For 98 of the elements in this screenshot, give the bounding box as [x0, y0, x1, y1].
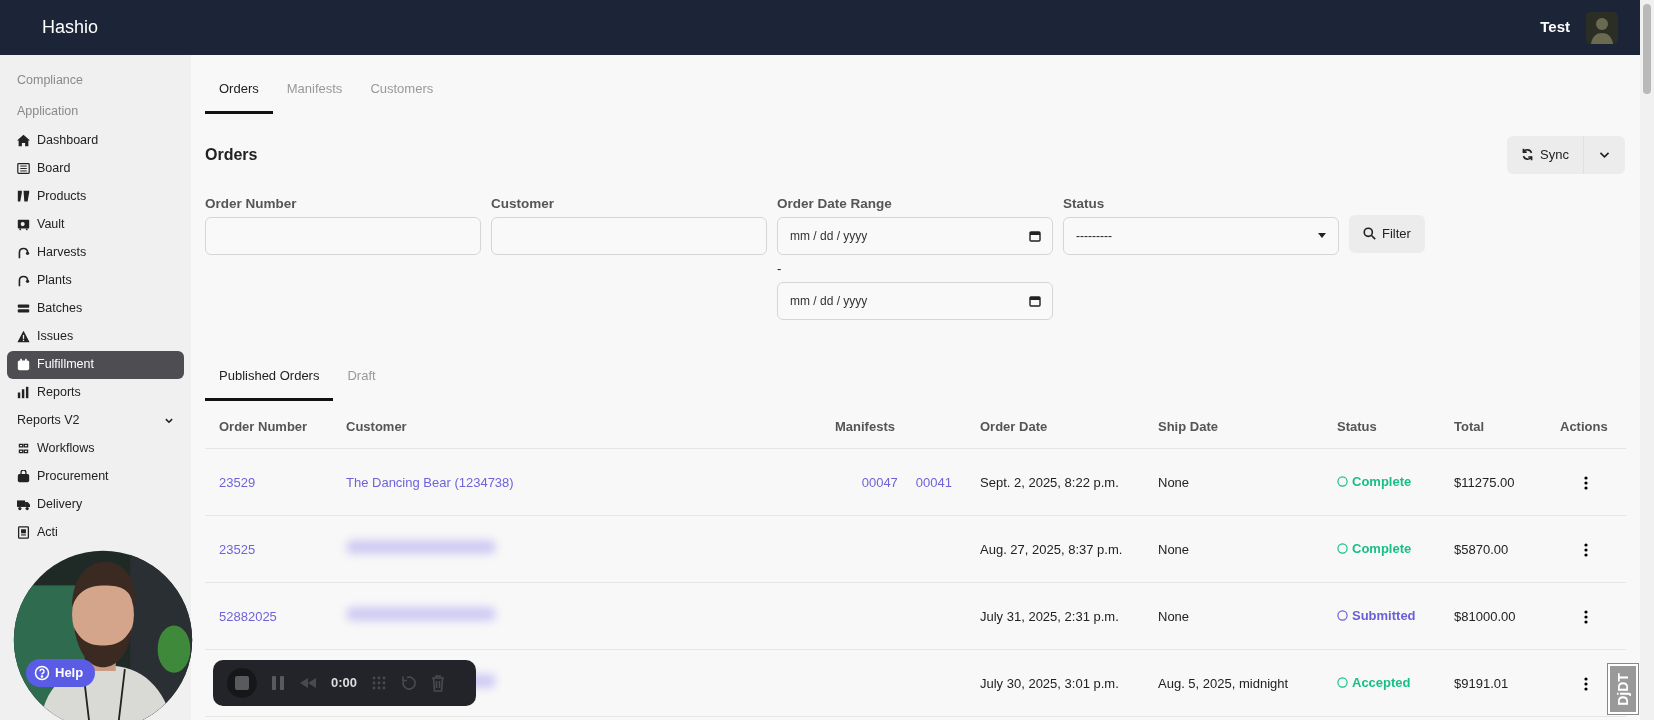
date-field[interactable]: mm / dd / yyyy [777, 282, 1053, 321]
column-header: Manifests [821, 404, 966, 449]
calendar-icon[interactable] [1029, 295, 1041, 308]
table-cell: July 31, 2025, 2:31 p.m. [980, 608, 1119, 624]
status-label: Accepted [1337, 672, 1411, 693]
manifest-link[interactable]: 00047 [861, 474, 898, 490]
help-button[interactable]: Help [26, 659, 96, 687]
brand-name[interactable]: Hashio [42, 14, 99, 41]
dropdown-toggle-button[interactable] [1583, 135, 1625, 174]
table-cell: July 30, 2025, 3:01 p.m. [980, 675, 1119, 691]
warning-icon [17, 330, 30, 343]
circle-icon [1337, 677, 1348, 689]
table-cell: $11275.00 [1454, 474, 1515, 490]
field-label: Order Number [205, 194, 298, 213]
sidebar-item[interactable]: Procurement [7, 462, 119, 491]
field-label: Customer [491, 194, 555, 213]
id-card-icon [17, 526, 30, 539]
page-title: Orders [205, 144, 258, 165]
sidebar-item[interactable]: Workflows [7, 434, 105, 463]
more-icon[interactable] [1584, 543, 1588, 558]
truck-icon [17, 498, 30, 511]
bag-icon [17, 470, 30, 483]
sidebar-item[interactable]: Harvests [7, 238, 97, 267]
column-header: Status [1323, 404, 1440, 449]
sidebar-item[interactable]: Delivery [7, 490, 93, 519]
column-header: Ship Date [1144, 404, 1323, 449]
column-header: Actions [1546, 404, 1626, 449]
tab[interactable]: Published Orders [205, 358, 334, 401]
order-link[interactable]: 23529 [219, 474, 256, 490]
table-cell: Aug. 5, 2025, midnight [1158, 675, 1289, 691]
circle-icon [1337, 476, 1348, 488]
search-icon [1363, 227, 1376, 240]
circle-icon [1337, 610, 1348, 622]
order-link[interactable]: 52882025 [219, 608, 277, 624]
date-field[interactable]: mm / dd / yyyy [777, 216, 1053, 255]
text-field[interactable] [205, 216, 481, 255]
customer-link[interactable]: The Dancing Bear (1234738) [346, 474, 514, 490]
stop-icon[interactable] [227, 668, 257, 698]
more-icon[interactable] [1584, 476, 1588, 491]
sidebar-item[interactable]: Reports V2 [7, 406, 184, 435]
column-header: Order Number [205, 404, 332, 449]
status-label: Submitted [1337, 605, 1416, 626]
table-cell: $81000.00 [1454, 608, 1516, 624]
safe-icon [17, 218, 30, 231]
section-heading: Compliance [16, 72, 84, 89]
table-cell: Aug. 27, 2025, 8:37 p.m. [980, 541, 1123, 557]
filter-button[interactable]: Filter [1349, 214, 1425, 253]
table-cell: Sept. 2, 2025, 8:22 p.m. [980, 474, 1119, 490]
bar-chart-icon [17, 386, 30, 399]
order-link[interactable]: 23525 [219, 541, 256, 557]
recording-time: 0:00 [331, 674, 358, 693]
layers-icon [17, 302, 30, 315]
more-icon[interactable] [1584, 610, 1588, 625]
table-cell: None [1158, 608, 1190, 624]
avatar[interactable] [1586, 11, 1618, 44]
sidebar-item[interactable]: Fulfillment [7, 350, 184, 379]
status-label: Complete [1337, 471, 1412, 492]
field-label: Order Date Range [777, 194, 893, 213]
pause-icon[interactable] [271, 675, 285, 691]
calendar-icon[interactable] [1029, 229, 1041, 242]
table-cell: None [1158, 541, 1190, 557]
tab[interactable]: Orders [205, 71, 273, 114]
column-header: Order Date [966, 404, 1144, 449]
circle-icon [1337, 543, 1348, 555]
sidebar-item[interactable]: Dashboard [7, 126, 109, 155]
sidebar-item[interactable]: Board [7, 154, 81, 183]
range-separator: - [777, 259, 783, 278]
grid-icon[interactable] [371, 675, 388, 691]
text-field[interactable] [491, 216, 767, 255]
sync-icon [1521, 148, 1535, 161]
table-cell: $5870.00 [1454, 541, 1509, 557]
sidebar-item[interactable]: Batches [7, 294, 93, 323]
more-icon[interactable] [1584, 677, 1588, 692]
user-name[interactable]: Test [1540, 16, 1570, 39]
field-label: Status [1063, 194, 1106, 213]
help-icon [34, 664, 50, 681]
trash-icon[interactable] [431, 674, 446, 692]
restart-icon[interactable] [401, 675, 418, 691]
home-icon [17, 134, 30, 147]
sync-button[interactable]: Sync [1507, 135, 1583, 174]
rewind-icon[interactable] [299, 677, 317, 689]
column-header: Total [1440, 404, 1546, 449]
status-select[interactable]: --------- [1063, 216, 1339, 255]
sidebar-item[interactable]: Acti [7, 518, 68, 547]
sidebar-item[interactable]: Vault [7, 210, 75, 239]
manifest-link[interactable]: 00041 [915, 474, 952, 490]
section-heading: Application [16, 102, 80, 120]
table-cell: $9191.01 [1454, 675, 1509, 691]
sidebar-item[interactable]: Products [7, 182, 97, 211]
sidebar-item[interactable]: Reports [7, 378, 91, 407]
caret-icon [1318, 233, 1326, 239]
table-cell: None [1158, 474, 1190, 490]
sidebar-item[interactable]: Plants [7, 266, 82, 295]
sidebar-item[interactable]: Issues [7, 322, 84, 351]
column-header: Customer [332, 404, 821, 449]
scrollbar[interactable] [1640, 0, 1654, 720]
list-icon [17, 162, 30, 175]
status-label: Complete [1337, 538, 1412, 559]
